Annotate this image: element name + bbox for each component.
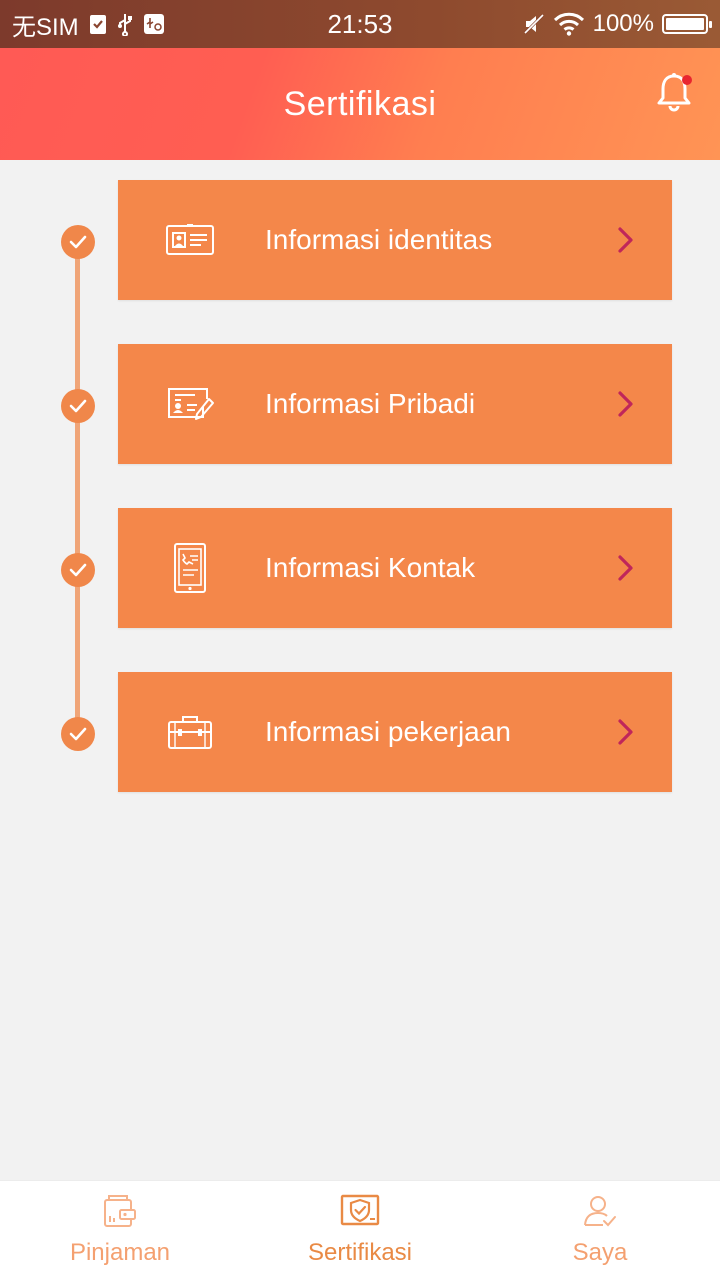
nav-label: Sertifikasi [307, 1239, 413, 1266]
timeline-line [75, 242, 80, 734]
status-bar: 无SIM 21:53 100% [0, 0, 720, 48]
phone-contact-icon [164, 542, 216, 594]
personal-info-card[interactable]: Informasi Pribadi [118, 344, 672, 464]
carrier-label: 无SIM [12, 13, 79, 41]
nav-label: Saya [572, 1239, 628, 1266]
shield-certificate-icon [340, 1193, 380, 1229]
app-header: Sertifikasi [0, 48, 720, 160]
step-check-icon [61, 389, 95, 423]
contact-info-card[interactable]: Informasi Kontak [118, 508, 672, 628]
chevron-right-icon [616, 226, 636, 254]
briefcase-icon [164, 706, 216, 758]
chevron-right-icon [616, 718, 636, 746]
card-label: Informasi Kontak [265, 552, 476, 583]
step-check-icon [61, 717, 95, 751]
status-left: 无SIM [12, 7, 165, 42]
nav-label: Pinjaman [69, 1239, 171, 1266]
personal-form-icon [164, 378, 216, 430]
card-label: Informasi identitas [265, 224, 493, 255]
id-card-icon [164, 214, 216, 266]
notification-button[interactable] [654, 72, 694, 116]
bottom-nav: Pinjaman Sertifikasi Saya [0, 1180, 720, 1280]
battery-percent: 100% [592, 10, 654, 37]
notification-dot [682, 75, 692, 85]
chevron-right-icon [616, 554, 636, 582]
wifi-icon [553, 12, 585, 36]
chevron-right-icon [616, 390, 636, 418]
status-right: 100% [523, 10, 712, 38]
page-title: Sertifikasi [283, 84, 437, 123]
usb-icon [117, 12, 133, 36]
card-label: Informasi pekerjaan [265, 716, 511, 747]
nav-item-sertifikasi[interactable]: Sertifikasi [240, 1181, 480, 1280]
nav-item-saya[interactable]: Saya [480, 1181, 720, 1280]
step-check-icon [61, 225, 95, 259]
wallet-icon [100, 1193, 140, 1229]
usb-debug-icon [143, 13, 165, 35]
mute-icon [523, 13, 545, 35]
identity-info-card[interactable]: Informasi identitas [118, 180, 672, 300]
user-icon [580, 1193, 620, 1229]
battery-icon [662, 14, 712, 34]
work-info-card[interactable]: Informasi pekerjaan [118, 672, 672, 792]
step-check-icon [61, 553, 95, 587]
clipboard-check-icon [89, 13, 107, 35]
card-label: Informasi Pribadi [265, 388, 476, 419]
nav-item-pinjaman[interactable]: Pinjaman [0, 1181, 240, 1280]
